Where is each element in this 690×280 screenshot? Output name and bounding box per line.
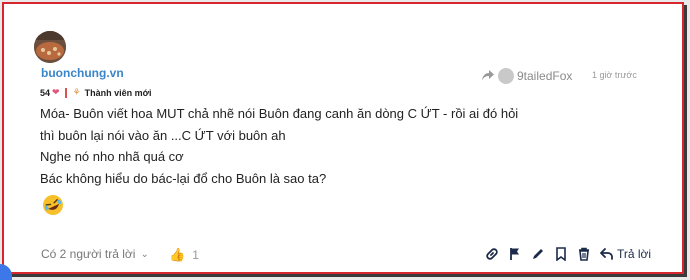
- edit-icon[interactable]: [530, 246, 546, 262]
- post-line: Móa- Buôn viết hoa MUT chả nhẽ nói Buôn …: [40, 106, 519, 121]
- reply-arrow-icon: [600, 248, 613, 260]
- rofl-emoji-icon: [42, 194, 64, 216]
- like-count: 1: [192, 248, 199, 262]
- post-actions: Trả lời: [484, 246, 651, 262]
- post-line: Bác không hiểu do bác-lại đổ cho Buôn là…: [40, 170, 327, 186]
- replies-toggle[interactable]: Có 2 người trả lời ⌄: [41, 247, 149, 261]
- medal-icon: ⚘: [72, 87, 81, 97]
- author-username[interactable]: buonchung.vn: [41, 66, 124, 80]
- reply-to-link[interactable]: 9tailedFox: [482, 68, 572, 84]
- trash-icon[interactable]: [576, 246, 592, 262]
- bookmark-icon[interactable]: [553, 246, 569, 262]
- share-arrow-icon: [482, 69, 494, 84]
- replies-count-label: Có 2 người trả lời: [41, 247, 136, 261]
- reply-to-avatar: [498, 68, 514, 84]
- post-line: thì buôn lại nói vào ăn ...C ỨT với buôn…: [40, 127, 286, 143]
- chevron-down-icon: ⌄: [140, 248, 149, 260]
- link-icon[interactable]: [484, 246, 500, 262]
- reply-to-username: 9tailedFox: [517, 69, 573, 83]
- reply-label: Trả lời: [617, 247, 652, 261]
- user-rank: Thành viên mới: [84, 87, 152, 98]
- heart-icon: ❤: [52, 87, 60, 97]
- post-card: buonchung.vn 54 ❤ ⚘ Thành viên mới 9tail…: [2, 2, 684, 274]
- flag-icon[interactable]: [507, 246, 523, 262]
- post-line: Nghe nó nho nhã quá cơ: [40, 149, 184, 164]
- likes-received-count: 54: [40, 87, 51, 98]
- like-counter[interactable]: 👍 1: [169, 247, 199, 263]
- reply-button[interactable]: Trả lời: [600, 247, 651, 261]
- post-timestamp[interactable]: 1 giờ trước: [592, 70, 637, 80]
- author-meta: 54 ❤ ⚘ Thành viên mới: [40, 87, 152, 98]
- divider: [64, 87, 67, 98]
- post-body: Móa- Buôn viết hoa MUT chả nhẽ nói Buôn …: [40, 103, 518, 189]
- avatar[interactable]: [34, 31, 66, 63]
- thumbs-up-icon: 👍: [169, 247, 186, 262]
